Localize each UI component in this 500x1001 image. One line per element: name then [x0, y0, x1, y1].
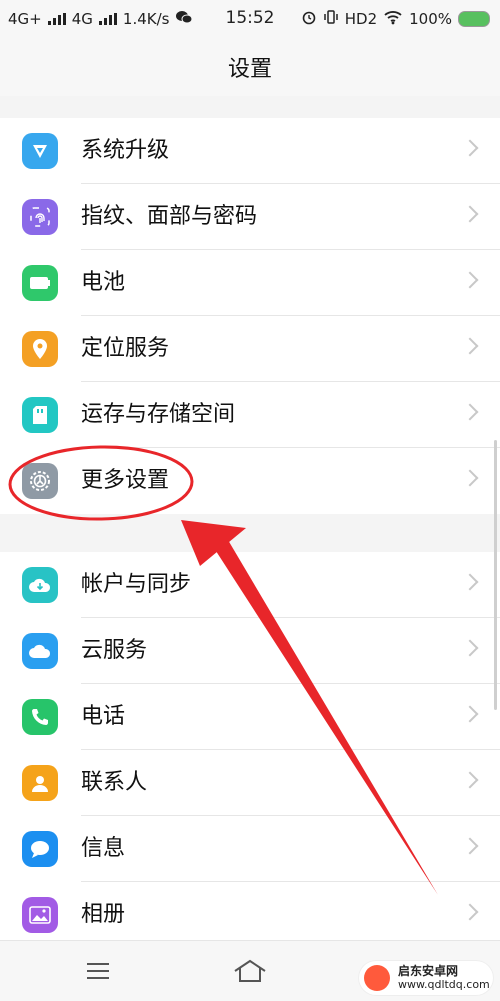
settings-item-account-sync[interactable]: 帐户与同步 — [0, 552, 500, 618]
settings-item-location[interactable]: 定位服务 — [0, 316, 500, 382]
scroll-indicator[interactable] — [494, 440, 497, 710]
settings-item-battery[interactable]: 电池 — [0, 250, 500, 316]
watermark-line2: www.qdltdq.com — [398, 978, 490, 991]
settings-item-label: 电池 — [81, 270, 126, 295]
cloud-sync-icon — [22, 567, 58, 603]
settings-group-1: 系统升级 指纹、面部与密码 电池 定位服务 运存与存储空间 更多设置 — [0, 118, 500, 514]
chevron-right-icon — [461, 639, 479, 657]
alarm-icon — [301, 9, 317, 29]
page-header: 设置 — [0, 36, 500, 96]
chevron-right-icon — [461, 205, 479, 223]
vibrate-icon — [323, 9, 339, 29]
phone-icon — [22, 699, 58, 735]
battery-icon — [22, 265, 58, 301]
settings-item-storage[interactable]: 运存与存储空间 — [0, 382, 500, 448]
home-icon — [234, 959, 266, 982]
settings-item-label: 定位服务 — [81, 336, 170, 361]
settings-group-2: 帐户与同步 云服务 电话 联系人 信息 相册 — [0, 552, 500, 948]
hd-label: HD2 — [344, 10, 378, 28]
settings-item-label: 系统升级 — [81, 138, 170, 163]
settings-item-label: 云服务 — [81, 638, 148, 663]
status-right: HD2 100% — [301, 9, 490, 29]
settings-item-label: 联系人 — [81, 770, 148, 795]
settings-item-phone[interactable]: 电话 — [0, 684, 500, 750]
battery-icon — [458, 11, 490, 27]
storage-icon — [22, 397, 58, 433]
home-button[interactable] — [230, 953, 270, 989]
wifi-icon — [383, 9, 403, 29]
location-icon — [22, 331, 58, 367]
chevron-right-icon — [461, 903, 479, 921]
chevron-right-icon — [461, 469, 479, 487]
settings-item-label: 帐户与同步 — [81, 572, 192, 597]
chevron-right-icon — [461, 271, 479, 289]
menu-icon — [87, 963, 109, 979]
settings-item-gallery[interactable]: 相册 — [0, 882, 500, 948]
site-watermark: 启东安卓网 www.qdltdq.com — [358, 960, 494, 996]
system-upgrade-icon — [22, 133, 58, 169]
status-bar: 4G+ 4G 1.4K/s 15:52 HD2 100% — [0, 0, 500, 36]
menu-button[interactable] — [78, 953, 118, 989]
gallery-icon — [22, 897, 58, 933]
contact-icon — [22, 765, 58, 801]
settings-item-more-settings[interactable]: 更多设置 — [0, 448, 500, 514]
settings-item-label: 更多设置 — [81, 468, 170, 493]
settings-item-contacts[interactable]: 联系人 — [0, 750, 500, 816]
gear-icon — [22, 463, 58, 499]
chevron-right-icon — [461, 771, 479, 789]
settings-item-label: 信息 — [81, 836, 126, 861]
page-title: 设置 — [227, 57, 272, 82]
watermark-text: 启东安卓网 www.qdltdq.com — [398, 964, 490, 992]
settings-item-label: 指纹、面部与密码 — [81, 204, 258, 229]
cloud-icon — [22, 633, 58, 669]
settings-item-fingerprint[interactable]: 指纹、面部与密码 — [0, 184, 500, 250]
chevron-right-icon — [461, 573, 479, 591]
battery-percent: 100% — [409, 10, 452, 28]
settings-item-label: 运存与存储空间 — [81, 402, 236, 427]
watermark-logo-icon — [364, 965, 390, 991]
settings-item-cloud-service[interactable]: 云服务 — [0, 618, 500, 684]
fingerprint-icon — [22, 199, 58, 235]
message-icon — [22, 831, 58, 867]
chevron-right-icon — [461, 403, 479, 421]
settings-item-label: 电话 — [81, 704, 126, 729]
chevron-right-icon — [461, 705, 479, 723]
chevron-right-icon — [461, 337, 479, 355]
settings-item-messages[interactable]: 信息 — [0, 816, 500, 882]
settings-item-label: 相册 — [81, 902, 126, 927]
settings-item-system-upgrade[interactable]: 系统升级 — [0, 118, 500, 184]
chevron-right-icon — [461, 837, 479, 855]
watermark-line1: 启东安卓网 — [398, 964, 459, 978]
chevron-right-icon — [461, 139, 479, 157]
